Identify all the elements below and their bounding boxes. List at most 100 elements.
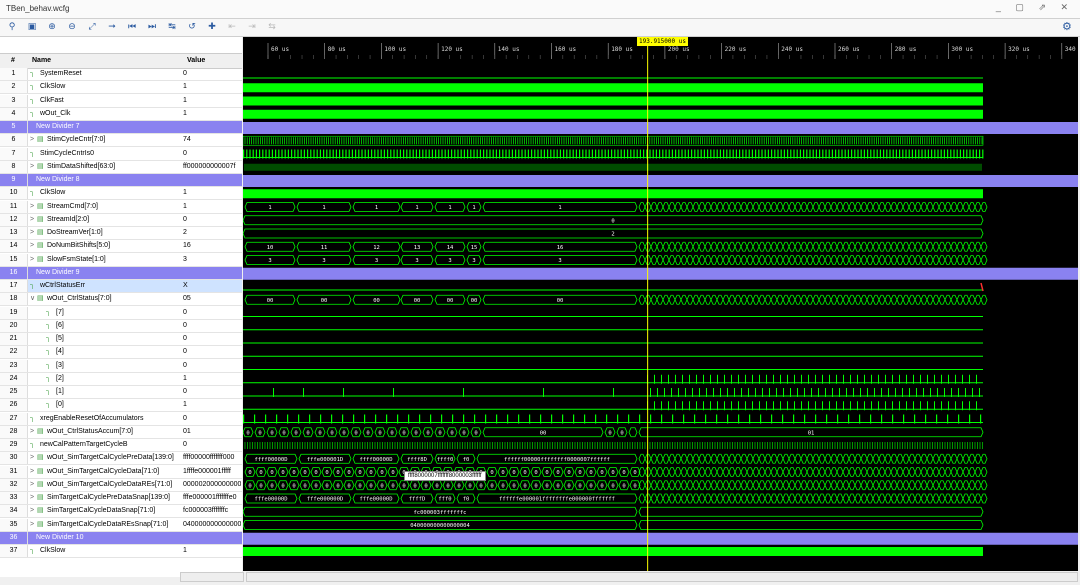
signal-row[interactable]: 4 ┐ wOut_Clk 1 bbox=[0, 107, 242, 121]
signal-name[interactable]: > ▤ wOut_SimTargetCalCycleDataREs[71:0] bbox=[30, 479, 178, 491]
signal-row[interactable]: 11 > ▤ StreamCmd[7:0] 1 bbox=[0, 200, 242, 214]
signal-name[interactable]: ┐ ClkSlow bbox=[30, 81, 178, 93]
expand-icon[interactable]: > bbox=[30, 134, 37, 146]
goto-cursor-icon[interactable]: ➞ bbox=[106, 21, 118, 33]
signal-row[interactable]: 35 > ▤ SimTargetCalCycleDataREsSnap[71:0] 04… bbox=[0, 518, 242, 532]
signal-name[interactable]: > ▤ StimDataShifted[63:0] bbox=[30, 161, 178, 173]
goto-start-icon[interactable]: ⏮ bbox=[126, 21, 138, 33]
signal-name[interactable]: > ▤ SimTargetCalCycleDataSnap[71:0] bbox=[30, 505, 178, 517]
signal-name[interactable]: New Divider 7 bbox=[36, 121, 184, 133]
signal-row[interactable]: 9 New Divider 8 bbox=[0, 174, 242, 187]
gear-icon[interactable]: ⚙ bbox=[1062, 20, 1074, 33]
signal-name[interactable]: ┐ [0] bbox=[46, 399, 194, 411]
signal-name[interactable]: ┐ [4] bbox=[46, 346, 194, 358]
signal-name[interactable]: ┐ ClkFast bbox=[30, 95, 178, 107]
expand-icon[interactable]: > bbox=[30, 240, 37, 252]
signal-name[interactable]: ∨ ▤ wOut_CtrlStatus[7:0] bbox=[30, 293, 178, 305]
signal-row[interactable]: 24 ┐ [2] 1 bbox=[0, 372, 242, 386]
signal-name[interactable]: ┐ newCalPatternTargetCycleB bbox=[30, 439, 178, 451]
save-icon[interactable]: ▣ bbox=[26, 21, 38, 33]
names-scrollbar[interactable] bbox=[180, 572, 244, 582]
signal-name[interactable]: > ▤ StreamId[2:0] bbox=[30, 214, 178, 226]
signal-name[interactable]: > ▤ wOut_SimTargetCalCycleData[71:0] bbox=[30, 466, 178, 478]
signal-row[interactable]: 6 > ▤ StimCycleCntr[7:0] 74 bbox=[0, 134, 242, 148]
signal-row[interactable]: 26 ┐ [0] 1 bbox=[0, 399, 242, 413]
expand-icon[interactable]: > bbox=[30, 505, 37, 517]
signal-row[interactable]: 25 ┐ [1] 0 bbox=[0, 386, 242, 399]
signal-row[interactable]: 28 > ▤ wOut_CtrlStatusAccum[7:0] 01 bbox=[0, 425, 242, 439]
signal-name[interactable]: ┐ ClkSlow bbox=[30, 187, 178, 199]
signal-row[interactable]: 20 ┐ [6] 0 bbox=[0, 319, 242, 333]
signal-row[interactable]: 36 New Divider 10 bbox=[0, 531, 242, 545]
prev-transition-icon[interactable]: ↹ bbox=[166, 21, 178, 33]
add-marker-icon[interactable]: ✚ bbox=[206, 21, 218, 33]
signal-name[interactable]: New Divider 10 bbox=[36, 532, 184, 544]
signal-row[interactable]: 12 > ▤ StreamId[2:0] 0 bbox=[0, 213, 242, 227]
expand-icon[interactable]: > bbox=[30, 479, 37, 491]
expand-icon[interactable]: > bbox=[30, 519, 37, 531]
signal-name[interactable]: > ▤ StreamCmd[7:0] bbox=[30, 201, 178, 213]
signal-row[interactable]: 27 ┐ xregEnableResetOfAccumulators 0 bbox=[0, 412, 242, 426]
expand-icon[interactable]: > bbox=[30, 214, 37, 226]
signal-row[interactable]: 33 > ▤ SimTargetCalCyclePreDataSnap[139:0] f… bbox=[0, 492, 242, 505]
expand-icon[interactable]: > bbox=[30, 227, 37, 239]
signal-name[interactable]: ┐ [5] bbox=[46, 333, 194, 345]
signal-name[interactable]: ┐ wCtrlStatusErr bbox=[30, 280, 178, 292]
signal-row[interactable]: 10 ┐ ClkSlow 1 bbox=[0, 187, 242, 201]
signal-name[interactable]: ┐ StimCycleCntrIs0 bbox=[30, 148, 178, 160]
expand-icon[interactable]: > bbox=[30, 426, 37, 438]
signal-row[interactable]: 32 > ▤ wOut_SimTargetCalCycleDataREs[71:0] 0… bbox=[0, 478, 242, 492]
next-transition-icon[interactable]: ↺ bbox=[186, 21, 198, 33]
zoom-fit-icon[interactable]: ⤢ bbox=[86, 21, 98, 33]
expand-icon[interactable]: > bbox=[30, 201, 37, 213]
signal-name[interactable]: ┐ [3] bbox=[46, 360, 194, 372]
signal-row[interactable]: 29 ┐ newCalPatternTargetCycleB 0 bbox=[0, 439, 242, 452]
signal-row[interactable]: 19 ┐ [7] 0 bbox=[0, 306, 242, 320]
signal-name[interactable]: > ▤ wOut_CtrlStatusAccum[7:0] bbox=[30, 426, 178, 438]
signal-row[interactable]: 31 > ▤ wOut_SimTargetCalCycleData[71:0] 1fff… bbox=[0, 465, 242, 479]
signal-name[interactable]: ┐ wOut_Clk bbox=[30, 108, 178, 120]
signal-name[interactable]: > ▤ wOut_SimTargetCalCyclePreData[139:0] bbox=[30, 452, 178, 464]
col-name-header[interactable]: Name bbox=[32, 57, 51, 64]
expand-icon[interactable]: > bbox=[30, 466, 37, 478]
signal-name[interactable]: > ▤ StimCycleCntr[7:0] bbox=[30, 134, 178, 146]
waveform-canvas[interactable]: 60 us 80 us 100 us 120 us 140 us 160 us 180 us… bbox=[243, 37, 1078, 571]
signal-name[interactable]: > ▤ SimTargetCalCycleDataREsSnap[71:0] bbox=[30, 519, 178, 531]
signal-name[interactable]: New Divider 9 bbox=[36, 267, 184, 279]
signal-row[interactable]: 18 ∨ ▤ wOut_CtrlStatus[7:0] 05 bbox=[0, 293, 242, 307]
signal-row[interactable]: 16 New Divider 9 bbox=[0, 266, 242, 280]
signal-row[interactable]: 1 ┐ SystemReset 0 bbox=[0, 68, 242, 81]
signal-name[interactable]: ┐ [6] bbox=[46, 320, 194, 332]
signal-row[interactable]: 30 > ▤ wOut_SimTargetCalCyclePreData[139:0]… bbox=[0, 452, 242, 466]
col-value-header[interactable]: Value bbox=[187, 57, 205, 64]
search-icon[interactable]: ⚲ bbox=[6, 21, 18, 33]
expand-icon[interactable]: > bbox=[30, 452, 37, 464]
signal-row[interactable]: 22 ┐ [4] 0 bbox=[0, 346, 242, 360]
expand-open-icon[interactable]: ∨ bbox=[30, 293, 37, 305]
signal-row[interactable]: 15 > ▤ SlowFsmState[1:0] 3 bbox=[0, 253, 242, 267]
signal-row[interactable]: 2 ┐ ClkSlow 1 bbox=[0, 81, 242, 95]
prev-marker-icon[interactable]: ⇤ bbox=[226, 21, 238, 33]
signal-name[interactable]: ┐ [2] bbox=[46, 373, 194, 385]
swap-cursors-icon[interactable]: ⇆ bbox=[266, 21, 278, 33]
expand-icon[interactable]: > bbox=[30, 254, 37, 266]
signal-row[interactable]: 8 > ▤ StimDataShifted[63:0] ff000000000007f bbox=[0, 160, 242, 174]
signal-row[interactable]: 37 ┐ ClkSlow 1 bbox=[0, 545, 242, 558]
expand-icon[interactable]: > bbox=[30, 492, 37, 504]
zoom-out-icon[interactable]: ⊖ bbox=[66, 21, 78, 33]
signal-row[interactable]: 3 ┐ ClkFast 1 bbox=[0, 94, 242, 108]
window-controls[interactable]: _ ▢ ⇗ ✕ bbox=[996, 2, 1074, 13]
signal-name[interactable]: > ▤ DoNumBitShifts[5:0] bbox=[30, 240, 178, 252]
signal-row[interactable]: 5 New Divider 7 bbox=[0, 121, 242, 134]
cursor-time-label[interactable]: 193.915000 us bbox=[637, 37, 688, 46]
signal-name[interactable]: New Divider 8 bbox=[36, 174, 184, 186]
signal-name[interactable]: > ▤ SlowFsmState[1:0] bbox=[30, 254, 178, 266]
expand-icon[interactable]: > bbox=[30, 161, 37, 173]
signal-row[interactable]: 14 > ▤ DoNumBitShifts[5:0] 16 bbox=[0, 240, 242, 254]
signal-row[interactable]: 21 ┐ [5] 0 bbox=[0, 333, 242, 346]
signal-name[interactable]: ┐ [1] bbox=[46, 386, 194, 398]
zoom-in-icon[interactable]: ⊕ bbox=[46, 21, 58, 33]
signal-row[interactable]: 17 ┐ wCtrlStatusErr X bbox=[0, 280, 242, 293]
signal-name[interactable]: > ▤ SimTargetCalCyclePreDataSnap[139:0] bbox=[30, 492, 178, 504]
signal-name[interactable]: ┐ ClkSlow bbox=[30, 545, 178, 557]
